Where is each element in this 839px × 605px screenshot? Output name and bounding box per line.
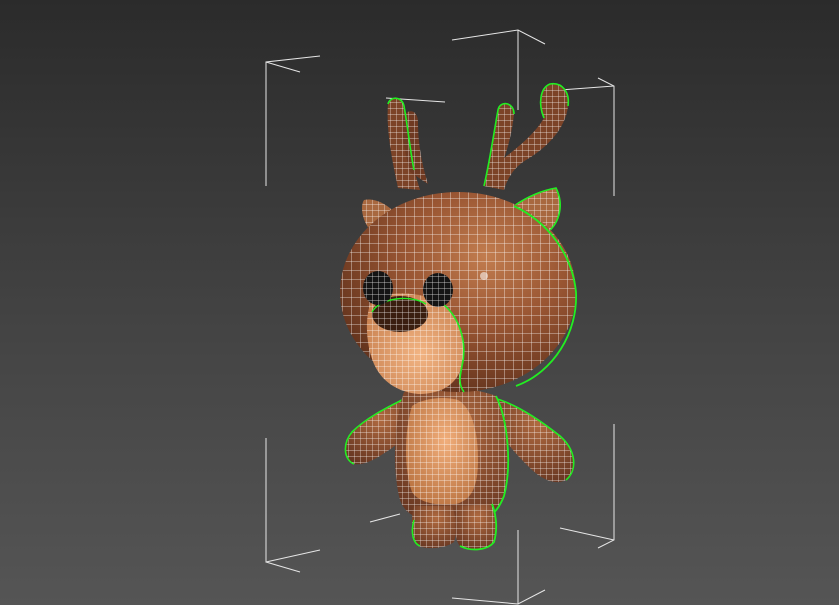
deer-model[interactable] [340,82,577,551]
right-antler [483,82,570,190]
left-leg [411,506,457,549]
perspective-viewport[interactable] [0,0,839,605]
left-antler [387,97,428,190]
right-leg [455,503,498,551]
body [395,387,510,522]
right-eye [423,273,453,307]
left-eye [363,271,393,305]
specular-highlight [480,272,488,280]
